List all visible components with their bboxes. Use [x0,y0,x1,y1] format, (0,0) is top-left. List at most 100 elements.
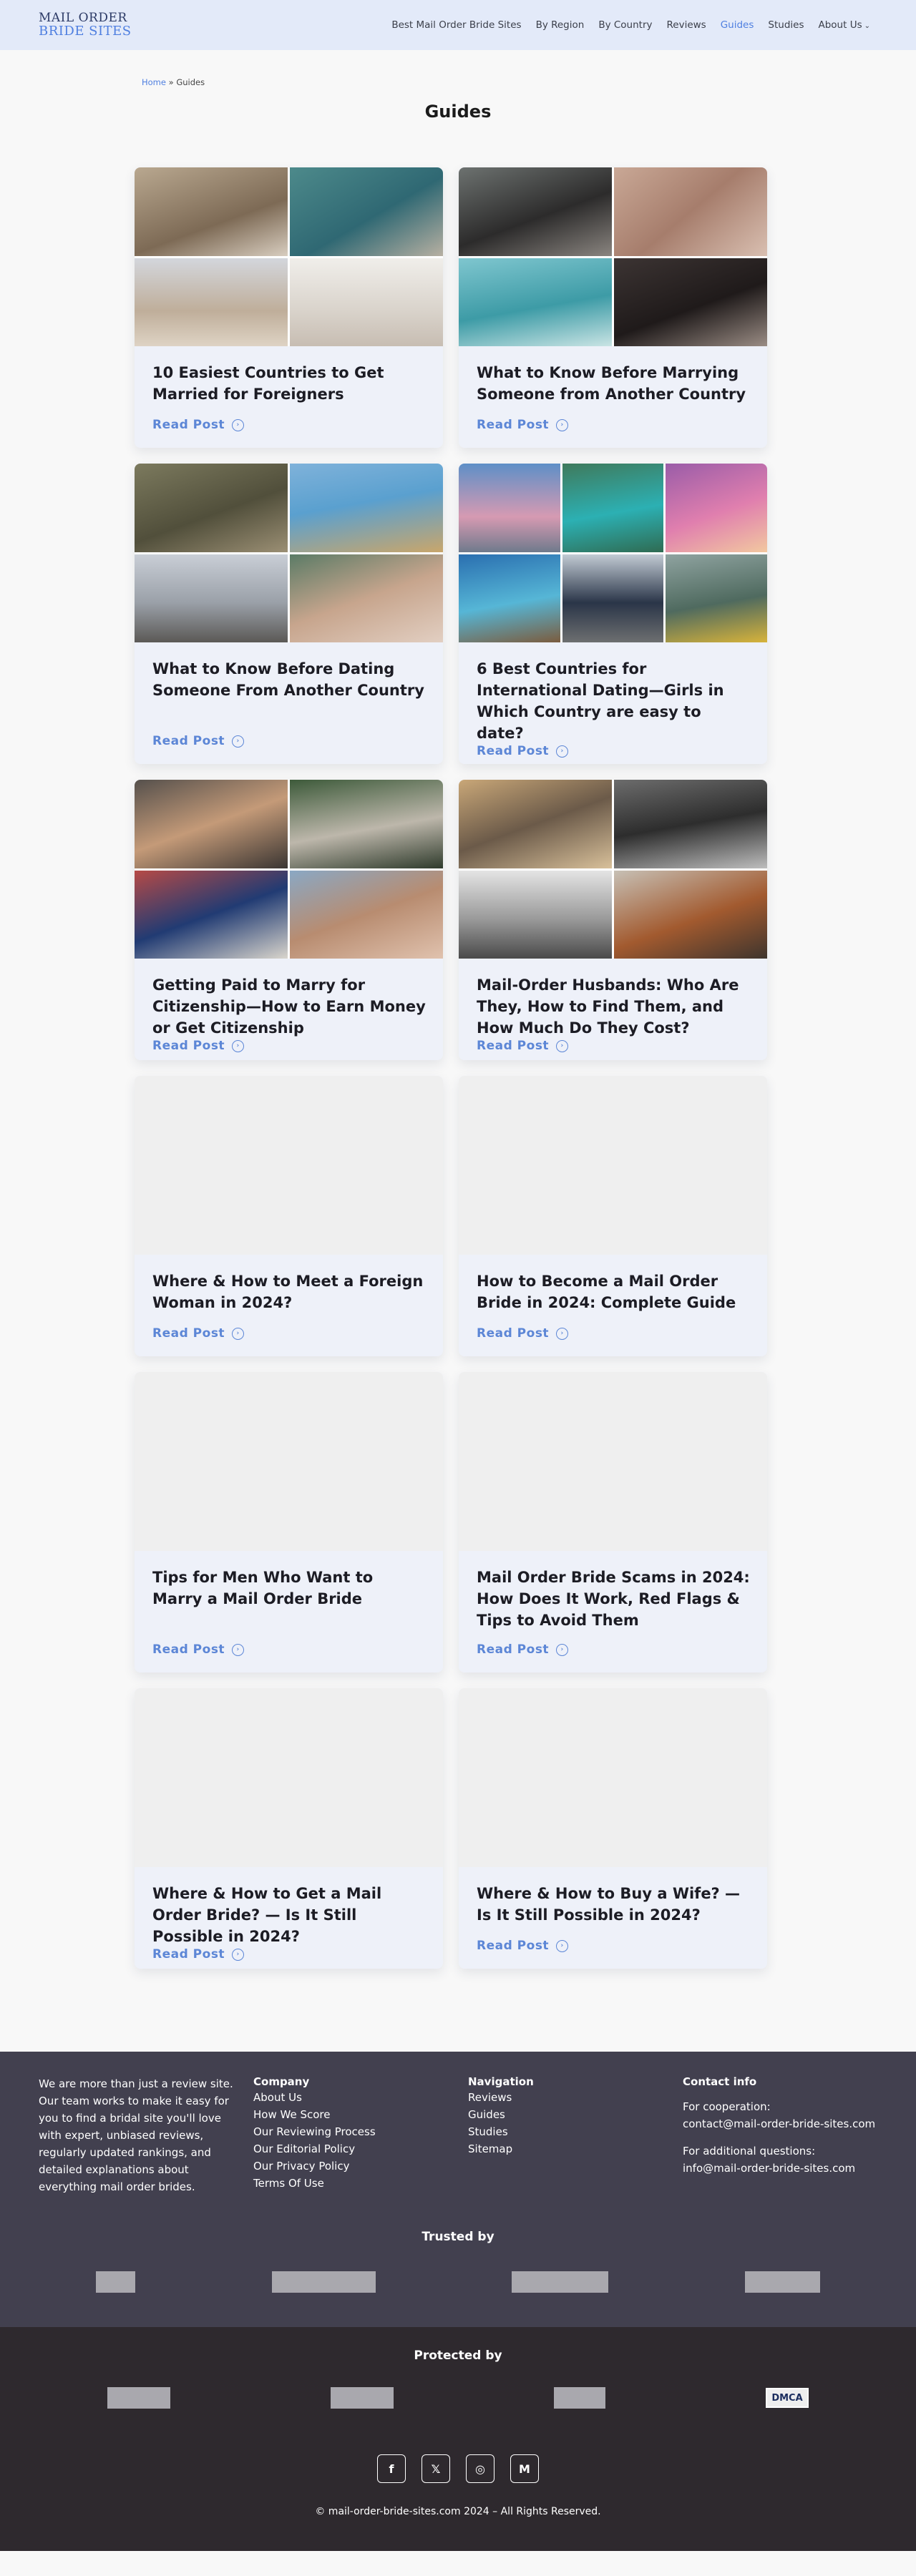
instagram-icon[interactable]: ◎ [466,2454,494,2483]
read-post-link[interactable]: Read Post › [152,1039,426,1053]
read-post-link[interactable]: Read Post › [477,1939,750,1953]
post-thumbnail[interactable] [459,167,767,346]
post-thumbnail[interactable] [459,780,767,959]
footer-link-reviewing-process[interactable]: Our Reviewing Process [253,2123,468,2140]
read-post-link[interactable]: Read Post › [477,1642,750,1657]
nav-by-region[interactable]: By Region [529,19,592,31]
thumbnail-photo [135,464,288,552]
post-card[interactable]: Where & How to Get a Mail Order Bride? —… [135,1688,443,1969]
post-card[interactable]: Mail-Order Husbands: Who Are They, How t… [459,780,767,1060]
nav-studies[interactable]: Studies [761,19,811,31]
read-post-link[interactable]: Read Post › [152,1642,426,1657]
post-card[interactable]: Where & How to Buy a Wife? — Is It Still… [459,1688,767,1969]
dmca-badge[interactable]: DMCA [766,2388,809,2408]
medium-icon[interactable]: M [510,2454,539,2483]
trusted-logo[interactable] [744,2271,820,2293]
protection-logo[interactable] [554,2387,605,2409]
trusted-logo[interactable] [271,2271,376,2293]
footer-link-reviews[interactable]: Reviews [468,2089,683,2106]
protection-logo[interactable] [331,2387,394,2409]
post-title[interactable]: How to Become a Mail Order Bride in 2024… [477,1270,750,1313]
read-post-label: Read Post [152,734,225,748]
post-card[interactable]: Getting Paid to Marry for Citizenship—Ho… [135,780,443,1060]
post-card[interactable]: Tips for Men Who Want to Marry a Mail Or… [135,1372,443,1673]
footer-link-privacy-policy[interactable]: Our Privacy Policy [253,2158,468,2175]
read-post-link[interactable]: Read Post › [152,1326,426,1341]
post-card[interactable]: How to Become a Mail Order Bride in 2024… [459,1076,767,1356]
post-thumbnail[interactable] [135,167,443,346]
read-post-link[interactable]: Read Post › [477,418,750,432]
footer-link-editorial-policy[interactable]: Our Editorial Policy [253,2140,468,2158]
thumbnail-photo [290,554,443,642]
footer-link-terms-of-use[interactable]: Terms Of Use [253,2175,468,2192]
post-title[interactable]: Mail Order Bride Scams in 2024: How Does… [477,1567,750,1631]
logo-bottom-text: BRIDE SITES [39,24,132,39]
trusted-logo[interactable] [96,2271,135,2293]
x-icon[interactable]: 𝕏 [422,2454,450,2483]
footer-link-how-we-score[interactable]: How We Score [253,2106,468,2123]
post-card[interactable]: Mail Order Bride Scams in 2024: How Does… [459,1372,767,1673]
trusted-logo[interactable] [512,2271,609,2293]
footer-questions: For additional questions: info@mail-orde… [683,2142,897,2177]
post-title[interactable]: Where & How to Get a Mail Order Bride? —… [152,1883,426,1947]
nav-by-country[interactable]: By Country [591,19,659,31]
footer-link-about-us[interactable]: About Us [253,2089,468,2106]
read-post-link[interactable]: Read Post › [152,418,426,432]
post-title[interactable]: What to Know Before Marrying Someone fro… [477,362,750,405]
arrow-right-circle-icon: › [556,418,569,431]
page-title: Guides [424,102,492,122]
thumbnail-photo [459,167,612,256]
thumbnail-photo [135,870,288,959]
footer-cooperation: For cooperation: contact@mail-order-brid… [683,2098,897,2132]
breadcrumb: Home » Guides [142,77,774,87]
footer-link-guides[interactable]: Guides [468,2106,683,2123]
post-title[interactable]: 10 Easiest Countries to Get Married for … [152,362,426,405]
footer-columns: We are more than just a review site. Our… [0,2052,916,2195]
footer-link-sitemap[interactable]: Sitemap [468,2140,683,2158]
post-thumbnail[interactable] [459,1076,767,1255]
post-thumbnail[interactable] [459,1688,767,1867]
post-thumbnail[interactable] [459,464,767,642]
post-title[interactable]: Where & How to Meet a Foreign Woman in 2… [152,1270,426,1313]
post-card[interactable]: What to Know Before Dating Someone From … [135,464,443,764]
read-post-label: Read Post [152,418,225,432]
footer-company-heading: Company [253,2075,310,2088]
post-thumbnail[interactable] [135,464,443,642]
read-post-link[interactable]: Read Post › [477,744,750,758]
read-post-link[interactable]: Read Post › [152,1947,426,1962]
post-thumbnail[interactable] [135,780,443,959]
read-post-link[interactable]: Read Post › [477,1326,750,1341]
post-card[interactable]: 10 Easiest Countries to Get Married for … [135,167,443,448]
post-title[interactable]: Getting Paid to Marry for Citizenship—Ho… [152,974,426,1039]
footer-cooperation-email[interactable]: contact@mail-order-bride-sites.com [683,2117,875,2130]
post-card[interactable]: What to Know Before Marrying Someone fro… [459,167,767,448]
nav-guides[interactable]: Guides [713,19,761,31]
post-title[interactable]: Tips for Men Who Want to Marry a Mail Or… [152,1567,426,1610]
post-thumbnail[interactable] [135,1372,443,1551]
protected-by-section: Protected by DMCA f 𝕏 ◎ M © mail-order-b… [0,2327,916,2551]
post-card[interactable]: Where & How to Meet a Foreign Woman in 2… [135,1076,443,1356]
post-thumbnail[interactable] [459,1372,767,1551]
nav-reviews[interactable]: Reviews [660,19,713,31]
nav-best-sites[interactable]: Best Mail Order Bride Sites [384,19,528,31]
post-title[interactable]: Where & How to Buy a Wife? — Is It Still… [477,1883,750,1926]
read-post-label: Read Post [152,1947,225,1962]
post-thumbnail[interactable] [135,1688,443,1867]
logo-top-text: MAIL ORDER [39,11,127,25]
nav-about-us[interactable]: About Us ⌄ [811,19,877,31]
post-thumbnail[interactable] [135,1076,443,1255]
post-title[interactable]: 6 Best Countries for International Datin… [477,658,750,744]
footer-questions-email[interactable]: info@mail-order-bride-sites.com [683,2162,855,2175]
breadcrumb-home[interactable]: Home [142,77,166,87]
read-post-link[interactable]: Read Post › [477,1039,750,1053]
read-post-label: Read Post [477,744,550,758]
read-post-label: Read Post [477,1939,550,1953]
site-logo[interactable]: MAIL ORDER BRIDE SITES [39,12,132,38]
post-title[interactable]: What to Know Before Dating Someone From … [152,658,426,701]
post-title[interactable]: Mail-Order Husbands: Who Are They, How t… [477,974,750,1039]
facebook-icon[interactable]: f [377,2454,406,2483]
post-card[interactable]: 6 Best Countries for International Datin… [459,464,767,764]
protection-logo[interactable] [107,2387,170,2409]
read-post-link[interactable]: Read Post › [152,734,426,748]
footer-link-studies[interactable]: Studies [468,2123,683,2140]
